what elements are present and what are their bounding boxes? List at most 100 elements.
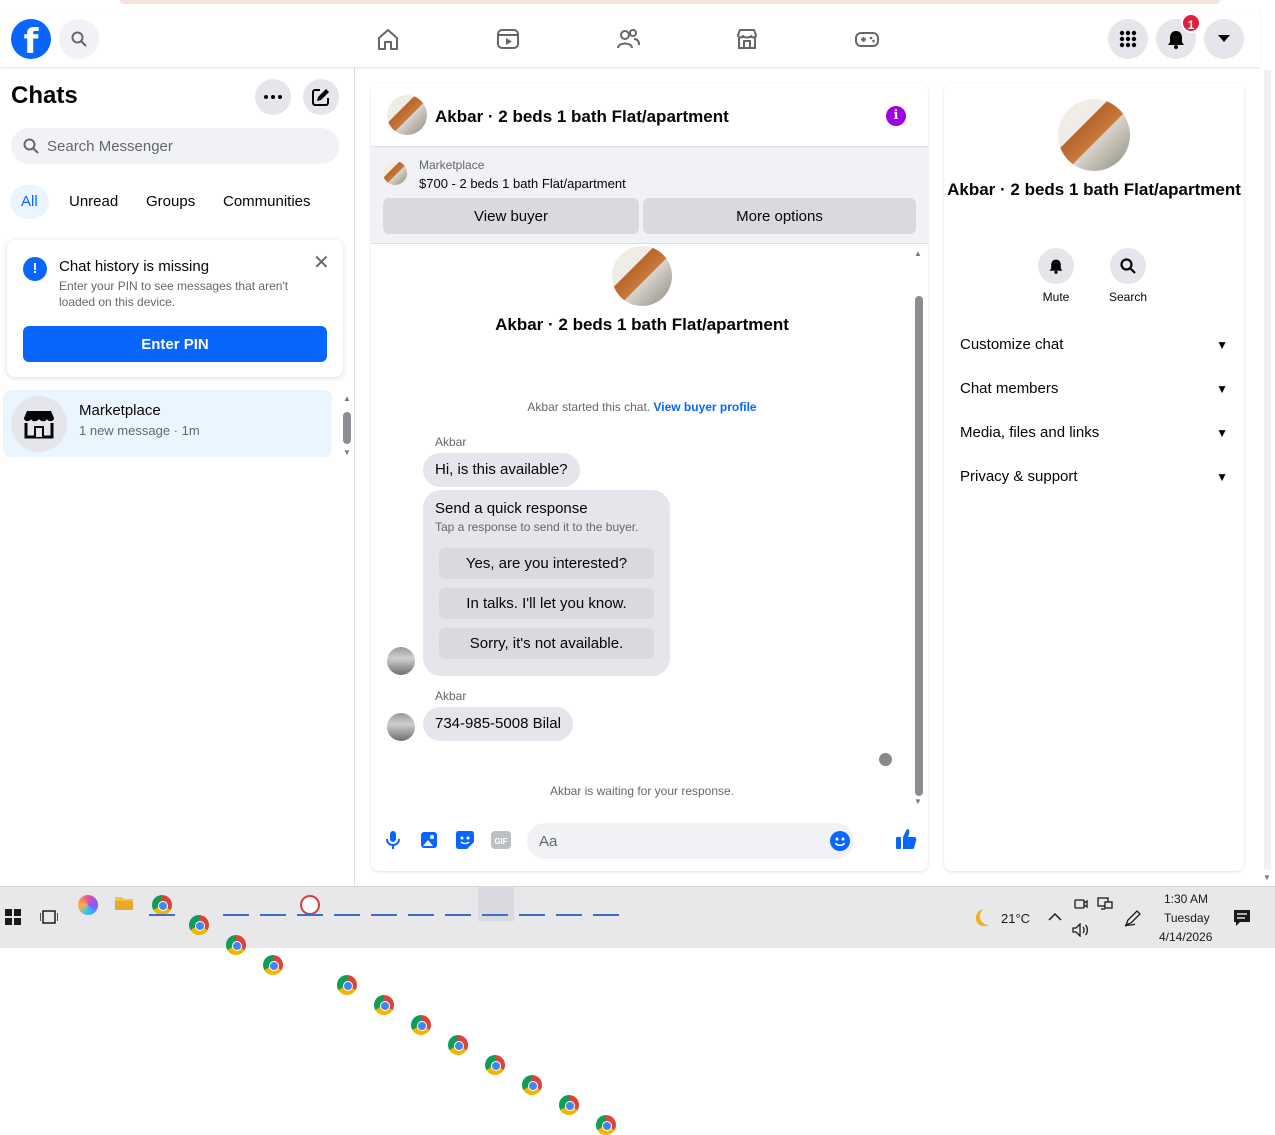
home-icon[interactable] — [373, 24, 403, 54]
new-message-icon[interactable] — [303, 79, 339, 115]
clock-day[interactable]: Tuesday — [1164, 911, 1210, 925]
search-icon[interactable] — [59, 19, 99, 59]
gif-icon[interactable]: GIF — [491, 830, 511, 850]
chevron-up-icon[interactable] — [1048, 909, 1068, 929]
photo-icon[interactable] — [419, 830, 439, 850]
message-bubble[interactable]: 734-985-5008 Bilal — [423, 707, 573, 741]
filter-groups[interactable]: Groups — [135, 185, 206, 219]
scroll-up-arrow-icon[interactable]: ▲ — [914, 249, 922, 258]
marketplace-icon[interactable] — [732, 24, 762, 54]
chat-history-notice: ! Chat history is missing Enter your PIN… — [7, 240, 343, 377]
scroll-down-arrow-icon[interactable]: ▼ — [343, 448, 351, 457]
filter-all[interactable]: All — [10, 185, 49, 219]
more-options-icon[interactable] — [255, 79, 291, 115]
conversation-title[interactable]: Akbar · 2 beds 1 bath Flat/apartment — [435, 107, 729, 127]
message-scrollbar[interactable]: ▲ ▼ — [912, 247, 926, 807]
gaming-icon[interactable] — [852, 24, 882, 54]
friends-icon[interactable] — [613, 24, 643, 54]
like-thumbs-up-icon[interactable] — [895, 828, 917, 850]
network-icon[interactable] — [1097, 897, 1117, 917]
message-composer: GIF — [371, 810, 928, 871]
view-buyer-button[interactable]: View buyer — [383, 198, 639, 234]
search-input[interactable] — [47, 137, 307, 155]
sender-avatar[interactable] — [387, 713, 415, 741]
page-scrollbar[interactable]: ▼ — [1261, 10, 1275, 886]
search-icon[interactable] — [1110, 248, 1146, 284]
conversation-panel: Akbar · 2 beds 1 bath Flat/apartment i M… — [371, 83, 928, 871]
volume-icon[interactable] — [1072, 922, 1092, 943]
top-navigation-bar: f 1 — [0, 10, 1260, 67]
listing-profile-avatar[interactable] — [1058, 99, 1130, 171]
sticker-icon[interactable] — [455, 830, 475, 850]
clock-time[interactable]: 1:30 AM — [1164, 892, 1208, 906]
bell-icon[interactable] — [1038, 248, 1074, 284]
listing-avatar[interactable] — [387, 95, 427, 135]
filter-communities[interactable]: Communities — [212, 185, 322, 219]
copilot-icon[interactable] — [78, 895, 98, 915]
message-input[interactable] — [539, 832, 819, 850]
facebook-logo-icon[interactable]: f — [11, 19, 51, 59]
chrome-icon[interactable] — [522, 1075, 542, 1095]
customize-chat-row[interactable]: Customize chat ▼ — [960, 333, 1228, 357]
chat-list-item[interactable]: Marketplace 1 new message · 1m — [3, 390, 332, 457]
chrome-icon[interactable] — [411, 1015, 431, 1035]
page-scrollbar-thumb[interactable] — [1264, 70, 1271, 870]
info-icon[interactable]: i — [886, 106, 906, 126]
chrome-icon[interactable] — [152, 895, 172, 915]
menu-grid-icon[interactable] — [1108, 19, 1148, 59]
emoji-icon[interactable] — [830, 831, 850, 856]
chrome-icon[interactable] — [226, 935, 246, 955]
messenger-search-field[interactable] — [11, 128, 339, 164]
privacy-support-row[interactable]: Privacy & support ▼ — [960, 465, 1228, 489]
chrome-icon[interactable] — [337, 975, 357, 995]
filter-unread[interactable]: Unread — [58, 185, 129, 219]
chrome-icon[interactable] — [596, 1115, 616, 1135]
notification-badge: 1 — [1181, 13, 1201, 33]
file-explorer-icon[interactable] — [115, 895, 135, 915]
task-view-icon[interactable] — [39, 909, 60, 929]
sender-avatar[interactable] — [387, 647, 415, 675]
chat-list-scrollbar[interactable]: ▲ ▼ — [340, 392, 354, 458]
video-icon[interactable] — [493, 24, 523, 54]
chat-list-scrollbar-thumb[interactable] — [343, 412, 351, 444]
scroll-down-arrow-icon[interactable]: ▼ — [914, 797, 922, 806]
listing-price-title[interactable]: $700 - 2 beds 1 bath Flat/apartment — [419, 176, 626, 191]
weather-moon-icon[interactable] — [970, 907, 990, 927]
app-icon[interactable] — [300, 895, 320, 915]
active-app-indicator — [556, 914, 582, 916]
quick-response-card: Send a quick response Tap a response to … — [423, 490, 670, 676]
media-files-links-row[interactable]: Media, files and links ▼ — [960, 421, 1228, 445]
pen-ink-icon[interactable] — [1124, 909, 1144, 929]
search-action[interactable]: Search — [1093, 248, 1163, 304]
clock-date[interactable]: 4/14/2026 — [1159, 930, 1212, 944]
message-input-field[interactable] — [527, 823, 854, 859]
details-title: Akbar · 2 beds 1 bath Flat/apartment — [947, 180, 1241, 199]
chrome-icon[interactable] — [485, 1055, 505, 1075]
chrome-icon[interactable] — [374, 995, 394, 1015]
chrome-icon[interactable] — [448, 1035, 468, 1055]
close-icon[interactable]: ✕ — [313, 250, 330, 275]
weather-temperature[interactable]: 21°C — [1001, 911, 1030, 926]
account-dropdown-icon[interactable] — [1204, 19, 1244, 59]
scroll-up-arrow-icon[interactable]: ▲ — [343, 394, 351, 403]
microphone-icon[interactable] — [383, 830, 403, 850]
quick-response-option[interactable]: Sorry, it's not available. — [439, 628, 654, 659]
more-options-button[interactable]: More options — [643, 198, 916, 234]
quick-response-option[interactable]: Yes, are you interested? — [439, 548, 654, 579]
quick-response-option[interactable]: In talks. I'll let you know. — [439, 588, 654, 619]
view-buyer-profile-link[interactable]: View buyer profile — [653, 400, 756, 414]
chrome-icon[interactable] — [263, 955, 283, 975]
message-bubble[interactable]: Hi, is this available? — [423, 453, 580, 487]
scroll-down-arrow-icon[interactable]: ▼ — [1263, 873, 1271, 882]
chrome-icon[interactable] — [559, 1095, 579, 1115]
notification-center-icon[interactable] — [1233, 909, 1253, 929]
mute-action[interactable]: Mute — [1021, 248, 1091, 304]
conversation-header: Akbar · 2 beds 1 bath Flat/apartment i — [371, 83, 928, 147]
chrome-icon[interactable] — [189, 915, 209, 935]
windows-start-icon[interactable] — [5, 909, 25, 929]
message-scrollbar-thumb[interactable] — [915, 296, 923, 796]
quick-response-description: Tap a response to send it to the buyer. — [435, 520, 639, 534]
chat-members-row[interactable]: Chat members ▼ — [960, 377, 1228, 401]
enter-pin-button[interactable]: Enter PIN — [23, 326, 327, 362]
meet-now-icon[interactable] — [1074, 897, 1094, 917]
